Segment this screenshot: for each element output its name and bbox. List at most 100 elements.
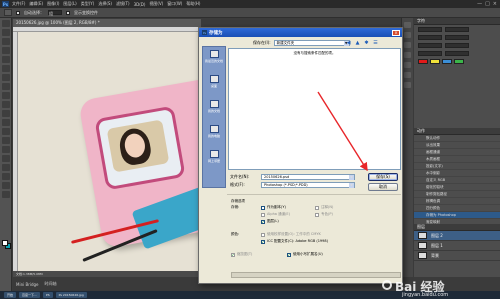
notes-checkbox[interactable] (315, 205, 319, 210)
taskbar-item-document[interactable]: Ps 20150626.jpg (55, 292, 87, 298)
horizontal-scale-field[interactable] (445, 50, 469, 56)
dodge-tool-icon[interactable] (1, 137, 10, 144)
action-item[interactable]: 水中倒影 (414, 170, 500, 177)
swatch-yellow[interactable] (430, 59, 440, 64)
font-family-field[interactable] (418, 26, 442, 32)
auto-select-checkbox[interactable] (16, 10, 20, 15)
menu-help[interactable]: 帮助(H) (186, 1, 200, 7)
action-item[interactable]: 木质画框 (414, 156, 500, 163)
healing-tool-icon[interactable] (1, 74, 10, 81)
thumbnail-checkbox[interactable]: ✔ (231, 252, 235, 257)
character-panel-header[interactable]: 字符 (414, 18, 500, 25)
layer-row[interactable]: 背景 (414, 251, 500, 261)
actions-panel-header[interactable]: 动作 (414, 128, 500, 135)
back-icon[interactable]: ◀ (345, 40, 352, 46)
marquee-tool-icon[interactable] (1, 29, 10, 36)
leading-field[interactable] (445, 34, 469, 40)
move-tool-icon[interactable] (4, 9, 12, 16)
menu-layer[interactable]: 图层(L) (63, 1, 76, 7)
kerning-field[interactable] (418, 42, 442, 48)
layer-row-selected[interactable]: 图层 2 (414, 231, 500, 241)
menu-window[interactable]: 窗口(W) (167, 1, 182, 7)
show-transform-checkbox[interactable] (66, 10, 70, 15)
action-item[interactable]: 默认动作 (414, 135, 500, 142)
path-select-tool-icon[interactable] (1, 164, 10, 171)
filename-input[interactable]: 20150626.psd ▼ (261, 174, 355, 180)
taskbar-item-ps[interactable]: PS (42, 292, 53, 298)
as-copy-checkbox[interactable] (261, 205, 265, 210)
taskbar-item-browser[interactable]: 百度一下... (19, 292, 40, 298)
menu-type[interactable]: 类型(Y) (81, 1, 95, 7)
dialog-close-button[interactable]: × (392, 29, 400, 36)
action-item[interactable]: 画框通道 (414, 149, 500, 156)
alpha-checkbox[interactable] (261, 212, 265, 217)
shape-tool-icon[interactable] (1, 173, 10, 180)
layers-checkbox[interactable]: ✔ (261, 219, 265, 224)
layers-panel-header[interactable]: 图层 (414, 224, 500, 231)
history-panel-icon[interactable] (404, 22, 411, 28)
tracking-field[interactable] (445, 42, 469, 48)
maximize-icon[interactable]: □ (485, 1, 490, 7)
start-button[interactable]: 开始 (4, 292, 17, 298)
tab-mini-bridge[interactable]: Mini Bridge (16, 282, 39, 287)
properties-panel-icon[interactable] (404, 32, 411, 38)
save-button[interactable]: 保存(S) (368, 173, 398, 181)
place-my-documents[interactable]: 我的文档 (203, 100, 225, 122)
menu-select[interactable]: 选择(S) (98, 1, 112, 7)
document-canvas[interactable] (18, 32, 201, 271)
hand-tool-icon[interactable] (1, 182, 10, 189)
notes-checkbox-row[interactable]: 注释(N) (315, 205, 333, 210)
eraser-tool-icon[interactable] (1, 110, 10, 117)
action-item[interactable]: 淡出效果 (414, 142, 500, 149)
menu-file[interactable]: 文件(F) (12, 1, 25, 7)
swatch-green[interactable] (454, 59, 464, 64)
foreground-color-swatch[interactable] (2, 240, 8, 246)
action-item[interactable]: 熔化的铅块 (414, 184, 500, 191)
spot-checkbox-row[interactable]: 专色(P) (315, 212, 333, 217)
action-item[interactable]: 自定义 RGB (414, 177, 500, 184)
paragraph-panel-icon[interactable] (404, 42, 411, 48)
place-my-computer[interactable]: 我的电脑 (203, 125, 225, 147)
actions-panel-icon[interactable] (404, 82, 411, 88)
action-item-selected[interactable]: 存储为 Photoshop (414, 212, 500, 219)
place-network[interactable]: 网上邻居 (203, 150, 225, 172)
file-list[interactable]: 没有与搜索条件匹配的项。 (228, 48, 401, 170)
format-dropdown[interactable]: Photoshop (*.PSD;*.PDD) ▼ (261, 182, 355, 188)
menu-edit[interactable]: 编辑(E) (29, 1, 43, 7)
action-item[interactable]: 投影(文字) (414, 163, 500, 170)
menu-view[interactable]: 视图(V) (149, 1, 163, 7)
vertical-scale-field[interactable] (418, 50, 442, 56)
menu-image[interactable]: 图像(I) (47, 1, 59, 7)
clone-stamp-tool-icon[interactable] (1, 92, 10, 99)
layer-row[interactable]: 图层 1 (414, 241, 500, 251)
thumbnail-checkbox-row[interactable]: ✔ 缩览图(T) (231, 252, 252, 257)
font-style-field[interactable] (445, 26, 469, 32)
up-folder-icon[interactable]: ▲ (354, 40, 361, 46)
proof-checkbox-row[interactable]: 使用校样设置(O): 工作中的 CMYK (261, 232, 321, 237)
brush-tool-icon[interactable] (1, 83, 10, 90)
place-desktop[interactable]: 桌面 (203, 75, 225, 97)
dialog-titlebar[interactable]: Ps 存储为 × (199, 28, 402, 37)
quick-select-tool-icon[interactable] (1, 47, 10, 54)
cancel-button[interactable]: 取消 (368, 183, 398, 191)
alpha-checkbox-row[interactable]: Alpha 通道(E) (261, 212, 290, 217)
document-tab[interactable]: 20150626.jpg @ 100% (图层 2, RGB/8#) * (13, 19, 201, 27)
action-item[interactable]: 四分颜色 (414, 205, 500, 212)
layers-checkbox-row[interactable]: ✔ 图层(L) (261, 219, 279, 224)
move-tool-icon[interactable] (1, 20, 10, 27)
action-item[interactable]: 棕褐色调 (414, 198, 500, 205)
lowercase-ext-checkbox-row[interactable]: ✔ 使用小写扩展名(U) (287, 252, 323, 257)
pen-tool-icon[interactable] (1, 146, 10, 153)
zoom-tool-icon[interactable] (1, 191, 10, 198)
menu-3d[interactable]: 3D(D) (134, 2, 146, 7)
swatch-blue[interactable] (442, 59, 452, 64)
swatch-red[interactable] (418, 59, 428, 64)
history-brush-tool-icon[interactable] (1, 101, 10, 108)
icc-checkbox-row[interactable]: ✔ ICC 配置文件(C): Adobe RGB (1998) (261, 239, 328, 244)
view-menu-icon[interactable]: ☰ (372, 40, 379, 46)
auto-select-dropdown[interactable]: 组 (48, 10, 62, 16)
lowercase-ext-checkbox[interactable]: ✔ (287, 252, 291, 257)
eyedropper-tool-icon[interactable] (1, 65, 10, 72)
proof-checkbox[interactable] (261, 232, 265, 237)
as-copy-checkbox-row[interactable]: 作为副本(Y) (261, 205, 286, 210)
